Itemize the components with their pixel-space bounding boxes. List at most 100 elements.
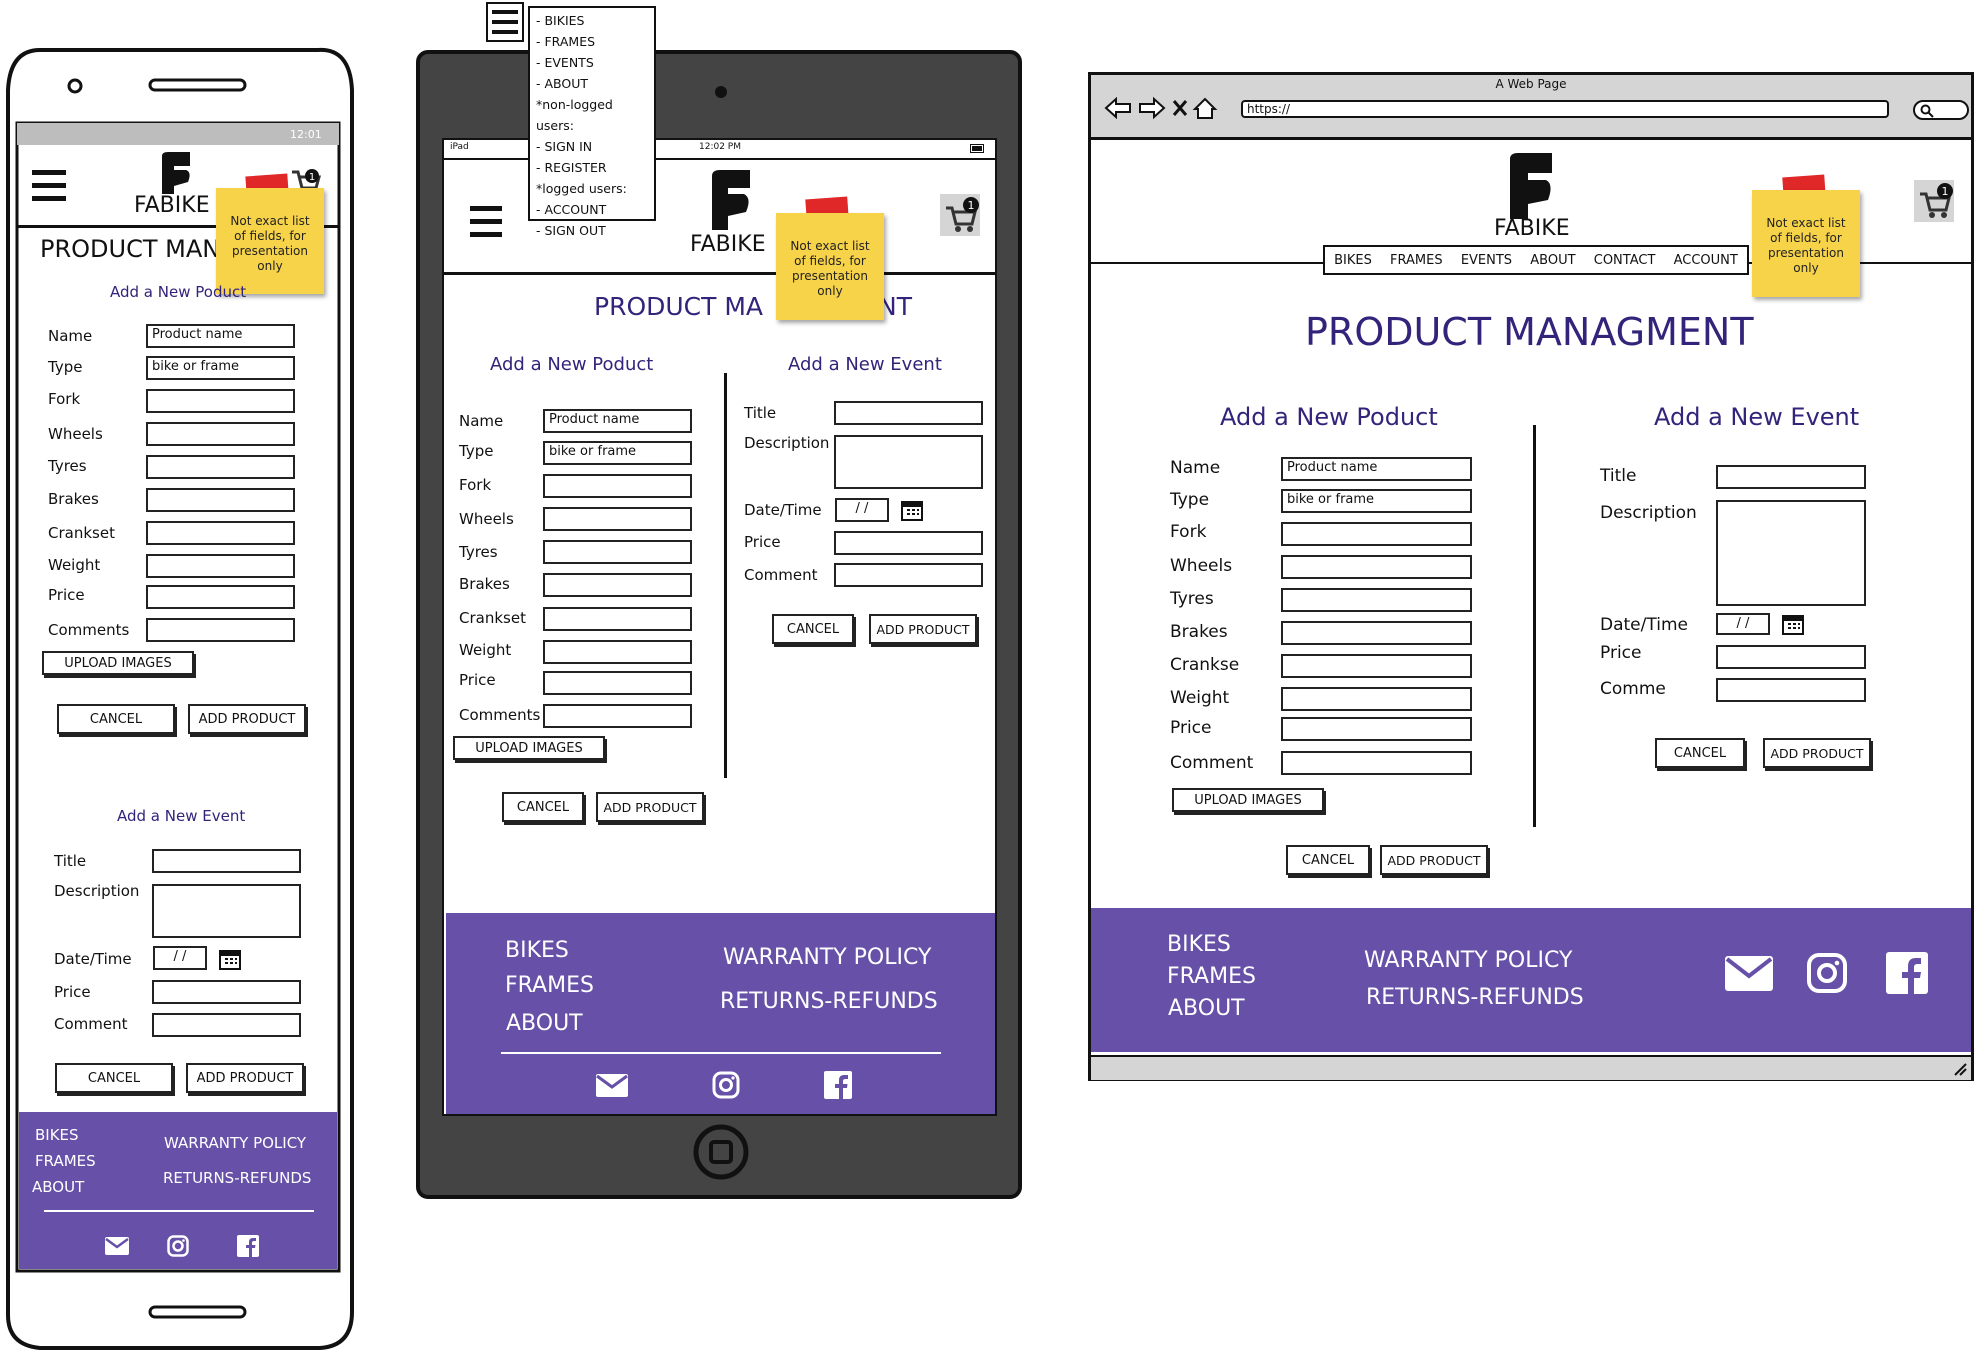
price-input[interactable] — [543, 671, 692, 695]
facebook-icon[interactable] — [824, 1071, 852, 1099]
footer-link-frames[interactable]: FRAMES — [1167, 964, 1256, 989]
wheels-input[interactable] — [1281, 555, 1472, 579]
menu-toggle-button[interactable] — [486, 2, 524, 42]
brakes-input[interactable] — [1281, 621, 1472, 645]
event-title-input[interactable] — [834, 401, 983, 425]
event-date-input[interactable]: / / — [153, 946, 207, 970]
nav-events[interactable]: EVENTS — [1461, 253, 1512, 268]
forward-icon[interactable] — [1139, 96, 1166, 120]
nav-account[interactable]: ACCOUNT — [1674, 253, 1738, 268]
name-input[interactable]: Product name — [146, 324, 295, 348]
footer-returns-link[interactable]: RETURNS-REFUNDS — [720, 989, 938, 1014]
calendar-icon[interactable] — [1781, 612, 1805, 636]
footer-warranty-link[interactable]: WARRANTY POLICY — [164, 1134, 306, 1152]
footer-link-bikes[interactable]: BIKES — [1167, 932, 1231, 957]
add-product-button[interactable]: ADD PRODUCT — [1380, 845, 1488, 875]
name-input[interactable]: Product name — [543, 409, 692, 433]
facebook-icon[interactable] — [1886, 952, 1928, 994]
event-add-button[interactable]: ADD PRODUCT — [869, 614, 977, 644]
cancel-button[interactable]: CANCEL — [502, 792, 584, 822]
address-bar[interactable]: https:// — [1241, 100, 1889, 118]
event-price-input[interactable] — [152, 980, 301, 1004]
event-title-input[interactable] — [1716, 465, 1866, 489]
instagram-icon[interactable] — [167, 1235, 189, 1257]
fork-input[interactable] — [543, 474, 692, 498]
event-description-input[interactable] — [1716, 500, 1866, 606]
event-date-input[interactable]: / / — [835, 498, 889, 522]
comments-input[interactable] — [543, 704, 692, 728]
footer-link-about[interactable]: ABOUT — [1168, 996, 1245, 1021]
event-cancel-button[interactable]: CANCEL — [55, 1063, 173, 1093]
tyres-input[interactable] — [543, 540, 692, 564]
brakes-input[interactable] — [543, 573, 692, 597]
footer-returns-link[interactable]: RETURNS-REFUNDS — [163, 1169, 311, 1187]
fork-input[interactable] — [146, 389, 295, 413]
resize-grip-icon[interactable] — [1953, 1062, 1967, 1076]
name-input[interactable]: Product name — [1281, 457, 1472, 481]
menu-item-sign-out[interactable]: - SIGN OUT — [536, 220, 654, 241]
tyres-input[interactable] — [146, 455, 295, 479]
footer-link-frames[interactable]: FRAMES — [35, 1152, 96, 1170]
footer-link-about[interactable]: ABOUT — [32, 1178, 84, 1196]
menu-icon[interactable] — [32, 170, 66, 202]
type-input[interactable]: bike or frame — [543, 441, 692, 465]
crankset-input[interactable] — [543, 607, 692, 631]
menu-item-about[interactable]: - ABOUT — [536, 73, 654, 94]
menu-item-frames[interactable]: - FRAMES — [536, 31, 654, 52]
back-icon[interactable] — [1104, 96, 1131, 120]
wheels-input[interactable] — [543, 507, 692, 531]
price-input[interactable] — [1281, 717, 1472, 741]
event-description-input[interactable] — [834, 435, 983, 489]
nav-frames[interactable]: FRAMES — [1390, 253, 1443, 268]
weight-input[interactable] — [146, 554, 295, 578]
event-title-input[interactable] — [152, 849, 301, 873]
footer-warranty-link[interactable]: WARRANTY POLICY — [1364, 948, 1572, 973]
event-cancel-button[interactable]: CANCEL — [772, 614, 854, 644]
event-price-input[interactable] — [834, 531, 983, 555]
email-icon[interactable] — [596, 1074, 628, 1097]
instagram-icon[interactable] — [712, 1071, 740, 1099]
footer-link-frames[interactable]: FRAMES — [505, 973, 594, 998]
cancel-button[interactable]: CANCEL — [57, 704, 175, 734]
footer-returns-link[interactable]: RETURNS-REFUNDS — [1366, 985, 1584, 1010]
footer-warranty-link[interactable]: WARRANTY POLICY — [723, 945, 931, 970]
footer-link-bikes[interactable]: BIKES — [505, 938, 569, 963]
menu-item-events[interactable]: - EVENTS — [536, 52, 654, 73]
type-input[interactable]: bike or frame — [146, 356, 295, 380]
email-icon[interactable] — [105, 1237, 129, 1255]
crankset-input[interactable] — [146, 521, 295, 545]
footer-link-about[interactable]: ABOUT — [506, 1011, 583, 1036]
event-cancel-button[interactable]: CANCEL — [1655, 738, 1745, 768]
upload-images-button[interactable]: UPLOAD IMAGES — [453, 736, 605, 760]
add-product-button[interactable]: ADD PRODUCT — [596, 792, 704, 822]
menu-item-sign-in[interactable]: - SIGN IN — [536, 136, 654, 157]
browser-search-field[interactable] — [1913, 100, 1969, 120]
event-add-button[interactable]: ADD PRODUCT — [1763, 738, 1871, 768]
type-input[interactable]: bike or frame — [1281, 489, 1472, 513]
comments-input[interactable] — [146, 618, 295, 642]
event-date-input[interactable]: / / — [1716, 613, 1770, 635]
cart-button[interactable]: 1 — [1914, 180, 1954, 222]
event-comment-input[interactable] — [834, 563, 983, 587]
instagram-icon[interactable] — [1806, 952, 1848, 994]
fork-input[interactable] — [1281, 522, 1472, 546]
menu-icon[interactable] — [470, 206, 502, 238]
comments-input[interactable] — [1281, 751, 1472, 775]
email-icon[interactable] — [1725, 956, 1773, 991]
event-comment-input[interactable] — [152, 1013, 301, 1037]
menu-item-register[interactable]: - REGISTER — [536, 157, 654, 178]
add-product-button[interactable]: ADD PRODUCT — [188, 704, 306, 734]
nav-contact[interactable]: CONTACT — [1594, 253, 1656, 268]
wheels-input[interactable] — [146, 422, 295, 446]
footer-link-bikes[interactable]: BIKES — [35, 1126, 79, 1144]
event-description-input[interactable] — [152, 884, 301, 938]
menu-item-account[interactable]: - ACCOUNT — [536, 199, 654, 220]
event-add-button[interactable]: ADD PRODUCT — [186, 1063, 304, 1093]
upload-images-button[interactable]: UPLOAD IMAGES — [42, 651, 194, 675]
weight-input[interactable] — [543, 640, 692, 664]
event-comment-input[interactable] — [1716, 678, 1866, 702]
cancel-button[interactable]: CANCEL — [1286, 845, 1370, 875]
brakes-input[interactable] — [146, 488, 295, 512]
upload-images-button[interactable]: UPLOAD IMAGES — [1172, 788, 1324, 812]
stop-icon[interactable] — [1172, 100, 1188, 116]
